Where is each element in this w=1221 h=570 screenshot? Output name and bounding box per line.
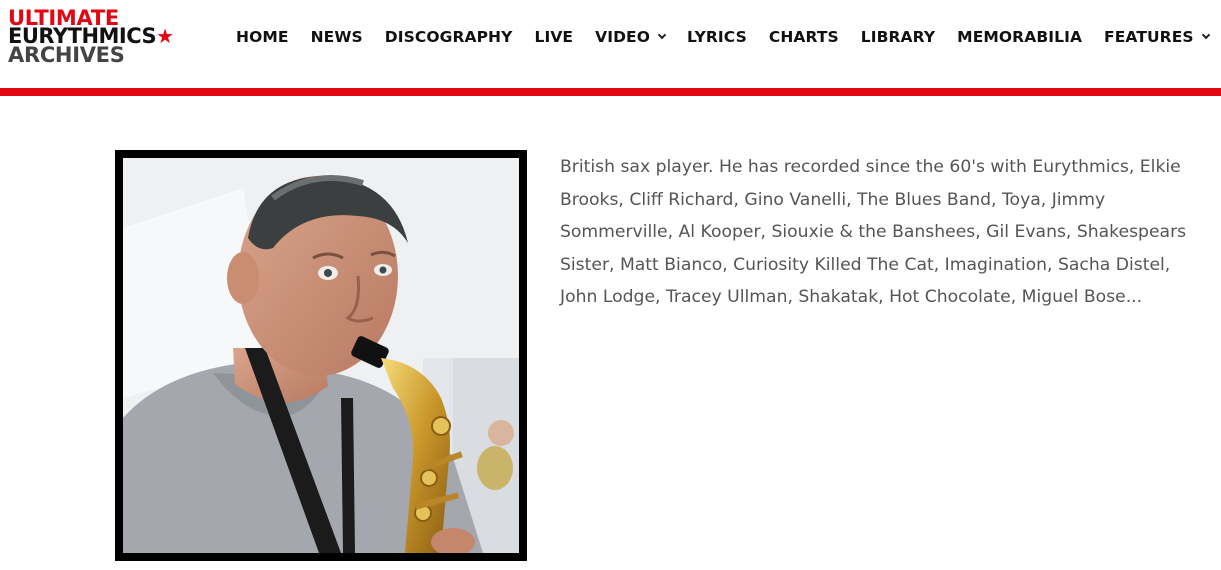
logo-line-archives: ARCHIVES xyxy=(8,43,125,67)
nav-item-news[interactable]: NEWS xyxy=(311,28,363,46)
nav-item-charts[interactable]: CHARTS xyxy=(769,28,839,46)
nav-item-label: LIVE xyxy=(534,28,574,46)
chevron-down-icon xyxy=(657,30,667,40)
nav-item-video[interactable]: VIDEO xyxy=(595,28,667,46)
nav-item-home[interactable]: HOME xyxy=(236,28,289,46)
nav-item-lyrics[interactable]: LYRICS xyxy=(687,28,747,46)
nav-item-memorabilia[interactable]: MEMORABILIA xyxy=(957,28,1082,46)
saxophonist-illustration xyxy=(123,158,519,553)
site-logo[interactable]: ULTIMATE EURYTHMICS★ ARCHIVES xyxy=(8,8,183,68)
site-header: ULTIMATE EURYTHMICS★ ARCHIVES HOME NEWS … xyxy=(0,0,1221,88)
nav-item-label: HOME xyxy=(236,28,289,46)
nav-item-live[interactable]: LIVE xyxy=(534,28,573,46)
nav-item-label: LYRICS xyxy=(687,28,747,46)
nav-item-label: MEMORABILIA xyxy=(957,28,1083,46)
nav-item-features[interactable]: FEATURES xyxy=(1104,28,1210,46)
artist-photo-frame xyxy=(115,150,527,561)
chevron-down-icon xyxy=(1201,30,1210,40)
artist-bio: British sax player. He has recorded sinc… xyxy=(560,157,1187,307)
nav-item-label: FEATURES xyxy=(1104,28,1194,46)
nav-item-label: CHARTS xyxy=(768,28,839,46)
nav-item-label: DISCOGRAPHY xyxy=(384,28,513,46)
star-icon: ★ xyxy=(156,24,174,48)
main-nav: HOME NEWS DISCOGRAPHY LIVE VIDEO LYRICS … xyxy=(236,24,1210,50)
nav-item-discography[interactable]: DISCOGRAPHY xyxy=(385,28,513,46)
nav-item-library[interactable]: LIBRARY xyxy=(861,28,935,46)
nav-item-label: NEWS xyxy=(310,28,363,46)
header-divider xyxy=(0,88,1221,96)
artist-photo xyxy=(123,158,519,553)
nav-item-label: LIBRARY xyxy=(860,28,936,46)
nav-item-label: VIDEO xyxy=(595,28,651,46)
